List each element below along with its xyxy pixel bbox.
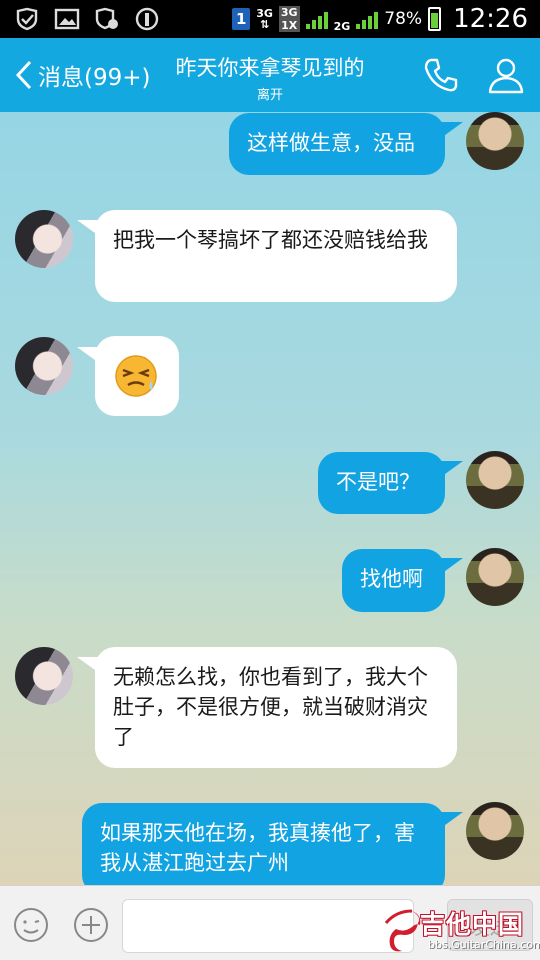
contact-status: 离开 <box>256 88 283 103</box>
shield-check-icon <box>95 7 118 30</box>
phone-call-icon[interactable] <box>422 56 460 94</box>
security-shield-icon <box>16 7 38 31</box>
bubble-tail <box>441 461 463 477</box>
chat-screen: 1 3G ⇅ 3G 1X 2G 78% 12:26 消息(99+) 昨天你来拿琴… <box>0 0 540 960</box>
broadcast-icon <box>135 7 159 31</box>
message-bubble-outgoing[interactable]: 不是吧？ <box>318 452 445 514</box>
network-2g-label: 2G <box>333 20 351 33</box>
gallery-icon <box>54 8 80 30</box>
emoji-face-icon[interactable] <box>12 906 50 944</box>
message-input[interactable] <box>122 899 414 953</box>
message-bubble-incoming[interactable]: 无赖怎么找，你也看到了，我大个肚子，不是很方便，就当破财消灾了 <box>95 647 457 768</box>
avatar-contact[interactable] <box>15 337 73 395</box>
bubble-tail <box>441 812 463 828</box>
avatar-contact[interactable] <box>15 647 73 705</box>
clock: 12:26 <box>453 4 528 34</box>
user-profile-icon[interactable] <box>486 56 526 94</box>
message-bubble-outgoing[interactable]: 如果那天他在场，我真揍他了，害我从湛江跑过去广州 <box>82 803 445 895</box>
bubble-tail <box>441 122 463 138</box>
avatar-me[interactable] <box>466 451 524 509</box>
message-bubble-incoming[interactable]: 把我一个琴搞坏了都还没赔钱给我 <box>95 210 457 302</box>
network-type-label-2: 3G <box>278 6 300 19</box>
chat-header: 消息(99+) 昨天你来拿琴见到的 离开 <box>0 38 540 112</box>
chevron-left-icon <box>15 60 32 90</box>
tired-sweat-face-emoji <box>115 355 157 397</box>
message-text: 找他啊 <box>360 567 423 591</box>
avatar-contact[interactable] <box>15 210 73 268</box>
message-bubble-outgoing[interactable]: 这样做生意，没品 <box>229 113 445 175</box>
message-text: 不是吧？ <box>336 470 420 494</box>
plus-icon[interactable] <box>72 906 110 944</box>
message-text: 无赖怎么找，你也看到了，我大个肚子，不是很方便，就当破财消灾了 <box>113 665 428 749</box>
signal-strength-icon <box>305 9 328 29</box>
network-type-label-3: 1X <box>278 19 300 32</box>
watermark-brand: 吉他中国 <box>420 910 525 939</box>
bubble-tail <box>441 558 463 574</box>
avatar-me[interactable] <box>466 802 524 860</box>
avatar-me[interactable] <box>466 548 524 606</box>
battery-percent: 78% <box>384 9 423 29</box>
message-text: 把我一个琴搞坏了都还没赔钱给我 <box>113 228 428 252</box>
back-label: 消息(99+) <box>38 65 151 91</box>
data-arrows-icon: ⇅ <box>259 18 270 31</box>
guitarchina-watermark: 吉他中国 bbs.GuitarChina.com <box>382 905 540 957</box>
contact-name[interactable]: 昨天你来拿琴见到的 <box>160 52 380 82</box>
signal-strength-icon-2 <box>356 9 379 29</box>
message-bubble-outgoing[interactable]: 找他啊 <box>342 549 445 612</box>
status-bar: 1 3G ⇅ 3G 1X 2G 78% 12:26 <box>0 0 540 38</box>
message-text: 这样做生意，没品 <box>247 131 415 155</box>
sim-slot-icon: 1 <box>232 8 251 30</box>
back-button[interactable]: 消息(99+) <box>14 58 150 92</box>
message-text: 如果那天他在场，我真揍他了，害我从湛江跑过去广州 <box>100 821 415 875</box>
battery-icon <box>428 7 442 31</box>
watermark-url: bbs.GuitarChina.com <box>428 938 540 951</box>
avatar-me[interactable] <box>466 112 524 170</box>
